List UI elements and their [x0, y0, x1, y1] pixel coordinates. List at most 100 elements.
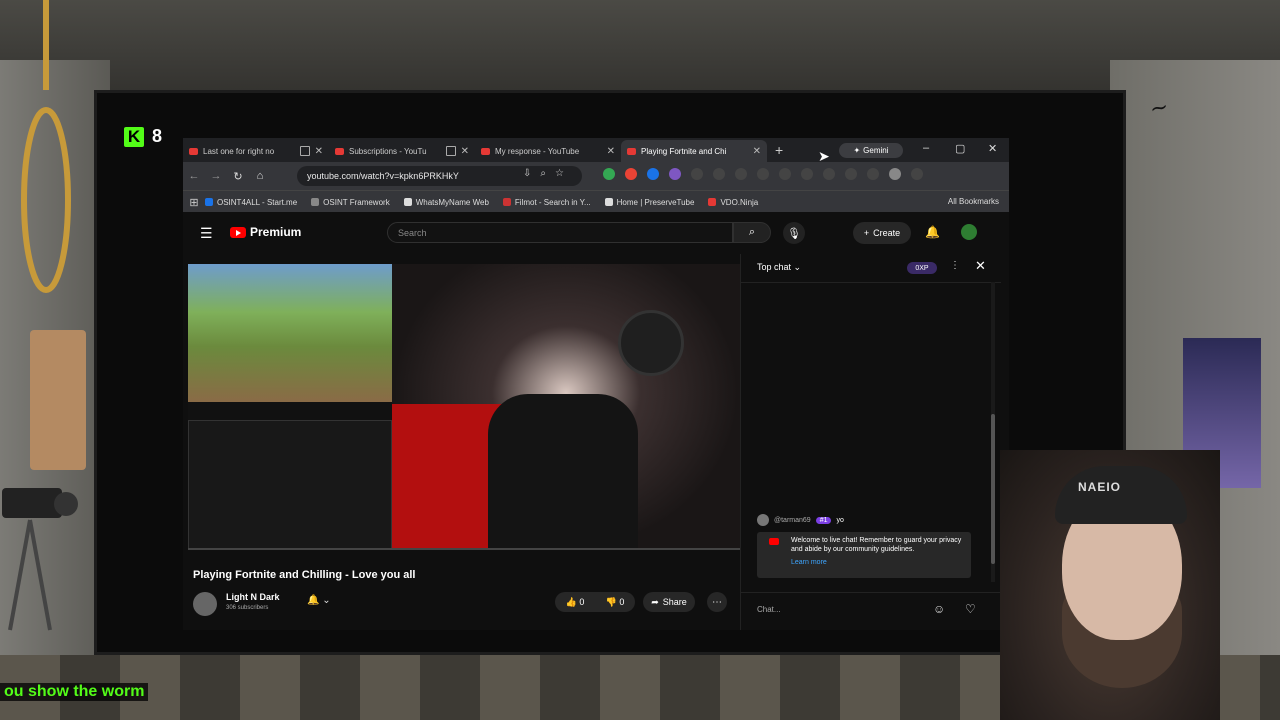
- emoji-icon[interactable]: ☺: [933, 602, 945, 616]
- heart-icon[interactable]: ♡: [965, 602, 976, 616]
- home-icon[interactable]: ⌂: [249, 170, 271, 182]
- zoom-icon[interactable]: ⌕: [540, 168, 546, 179]
- back-icon[interactable]: ←: [183, 170, 205, 182]
- video-player[interactable]: [188, 264, 740, 550]
- close-tab-icon[interactable]: ✕: [315, 146, 323, 157]
- bookmark-favicon-icon: [502, 198, 511, 206]
- viewer-count: 8: [152, 126, 163, 146]
- install-icon[interactable]: ⇩: [523, 168, 531, 179]
- all-bookmarks-button[interactable]: All Bookmarks: [948, 197, 999, 206]
- apps-grid-icon[interactable]: ⊞: [183, 196, 205, 209]
- bookmark-item[interactable]: OSINT Framework: [311, 198, 390, 207]
- top-chat-label: Top chat: [757, 262, 792, 272]
- learn-more-link[interactable]: Learn more: [791, 558, 965, 567]
- bookmark-favicon-icon: [311, 198, 320, 206]
- close-window-button[interactable]: ✕: [988, 142, 997, 155]
- channel-name[interactable]: Light N Dark: [226, 592, 280, 602]
- channel-avatar[interactable]: [193, 592, 217, 616]
- search-icon: ⌕: [748, 226, 756, 238]
- bookmark-label: VDO.Ninja: [720, 197, 759, 207]
- youtube-favicon-icon: [481, 147, 490, 155]
- kebab-menu-icon[interactable]: [911, 168, 923, 180]
- subscribed-notifications-button[interactable]: 🔔 ⌄: [307, 595, 331, 606]
- more-actions-button[interactable]: ⋯: [707, 592, 727, 612]
- webcam-overlay: NAEIO: [1000, 450, 1220, 720]
- trash-icon[interactable]: [801, 168, 813, 180]
- queue-icon[interactable]: [867, 168, 879, 180]
- xp-badge[interactable]: 0XP: [907, 262, 937, 274]
- extension-icon[interactable]: [669, 168, 681, 180]
- download-icon[interactable]: [779, 168, 791, 180]
- youtube-logo[interactable]: Premium: [230, 225, 301, 239]
- browser-tab[interactable]: Last one for right no ✕: [183, 140, 329, 162]
- youtube-page: ☰ Premium Search ⌕ 🎙 + Create 🔔 Playing …: [183, 212, 1009, 630]
- video-browser-capture: [188, 420, 392, 550]
- create-button[interactable]: + Create: [853, 222, 911, 244]
- cast-icon[interactable]: [735, 168, 747, 180]
- notifications-bell-icon[interactable]: 🔔: [925, 225, 940, 239]
- puzzle-icon[interactable]: [713, 168, 725, 180]
- bookmarks-bar: ⊞ OSINT4ALL - Start.me OSINT Framework W…: [183, 190, 1009, 213]
- bookmark-item[interactable]: OSINT4ALL - Start.me: [205, 198, 297, 207]
- bookmark-label: WhatsMyName Web: [415, 197, 489, 207]
- thumbs-up-icon: 👍: [565, 596, 577, 607]
- browser-tab[interactable]: My response - YouTube ✕: [475, 140, 621, 162]
- tab-bar: Last one for right no ✕ Subscriptions - …: [183, 138, 1009, 162]
- like-button[interactable]: 👍 0: [555, 597, 595, 608]
- dislike-button[interactable]: 👎 0: [595, 597, 635, 608]
- noose-rope-icon: [21, 0, 71, 293]
- extension-icon[interactable]: [647, 168, 659, 180]
- voice-search-button[interactable]: 🎙: [783, 222, 805, 244]
- browser-tab[interactable]: Subscriptions - YouTu ✕: [329, 140, 475, 162]
- share-button[interactable]: ➦ Share: [643, 592, 695, 612]
- search-input[interactable]: Search: [387, 222, 733, 243]
- close-tab-icon[interactable]: ✕: [461, 146, 469, 157]
- reload-icon[interactable]: ↻: [227, 170, 249, 183]
- chat-input[interactable]: Chat...: [757, 605, 781, 614]
- chat-username[interactable]: @tarman69: [774, 517, 811, 524]
- chevron-down-icon: ⌄: [793, 262, 802, 272]
- bookmark-favicon-icon: [403, 198, 412, 206]
- plus-icon: +: [863, 228, 870, 238]
- video-camera-icon: [2, 488, 78, 631]
- bookmark-item[interactable]: Filmot - Search in Y...: [502, 198, 591, 207]
- bookmark-item[interactable]: VDO.Ninja: [708, 198, 758, 207]
- tab-media-icon: [299, 146, 310, 156]
- star-list-icon[interactable]: [845, 168, 857, 180]
- omnibox-actions: ⇩ ⌕ ☆: [523, 168, 564, 179]
- grammarly-extension-icon[interactable]: [603, 168, 615, 180]
- youtube-play-icon: [230, 226, 246, 238]
- chat-options-icon[interactable]: ⋮: [950, 260, 960, 271]
- link-icon[interactable]: [823, 168, 835, 180]
- bookmark-item[interactable]: Home | PreserveTube: [604, 198, 694, 207]
- mouse-cursor-icon: ➤: [818, 148, 830, 164]
- close-tab-icon[interactable]: ✕: [607, 146, 615, 157]
- url-text: youtube.com/watch?v=kpkn6PRKHkY: [307, 171, 459, 181]
- hamburger-menu-icon[interactable]: ☰: [200, 225, 213, 242]
- maximize-button[interactable]: ▢: [955, 142, 965, 155]
- new-tab-button[interactable]: +: [767, 142, 791, 158]
- shield-icon[interactable]: [757, 168, 769, 180]
- search-button[interactable]: ⌕: [733, 222, 771, 243]
- more-dots-icon: ⋯: [712, 596, 722, 608]
- browser-tab-active[interactable]: Playing Fortnite and Chi ✕: [621, 140, 767, 162]
- user-avatar[interactable]: [961, 224, 977, 240]
- bookmark-item[interactable]: WhatsMyName Web: [403, 197, 489, 207]
- sparkle-icon: ✦: [853, 146, 861, 155]
- close-tab-icon[interactable]: ✕: [753, 146, 761, 157]
- minimize-button[interactable]: –: [923, 142, 929, 154]
- bookmark-label: OSINT Framework: [323, 197, 390, 207]
- close-chat-icon[interactable]: ✕: [975, 258, 986, 274]
- top-chat-dropdown[interactable]: Top chat ⌄: [757, 262, 801, 273]
- profile-avatar-icon[interactable]: [889, 168, 901, 180]
- video-progress-bar[interactable]: [188, 548, 740, 550]
- gemini-button[interactable]: ✦ Gemini: [839, 143, 903, 158]
- forward-icon[interactable]: →: [205, 170, 227, 182]
- bell-icon: 🔔: [307, 595, 320, 606]
- extension-icon[interactable]: [691, 168, 703, 180]
- chat-scrollbar-thumb[interactable]: [991, 414, 995, 564]
- left-poster: [30, 330, 86, 470]
- extension-icon[interactable]: [625, 168, 637, 180]
- like-count: 0: [579, 596, 585, 607]
- bookmark-star-icon[interactable]: ☆: [555, 168, 564, 179]
